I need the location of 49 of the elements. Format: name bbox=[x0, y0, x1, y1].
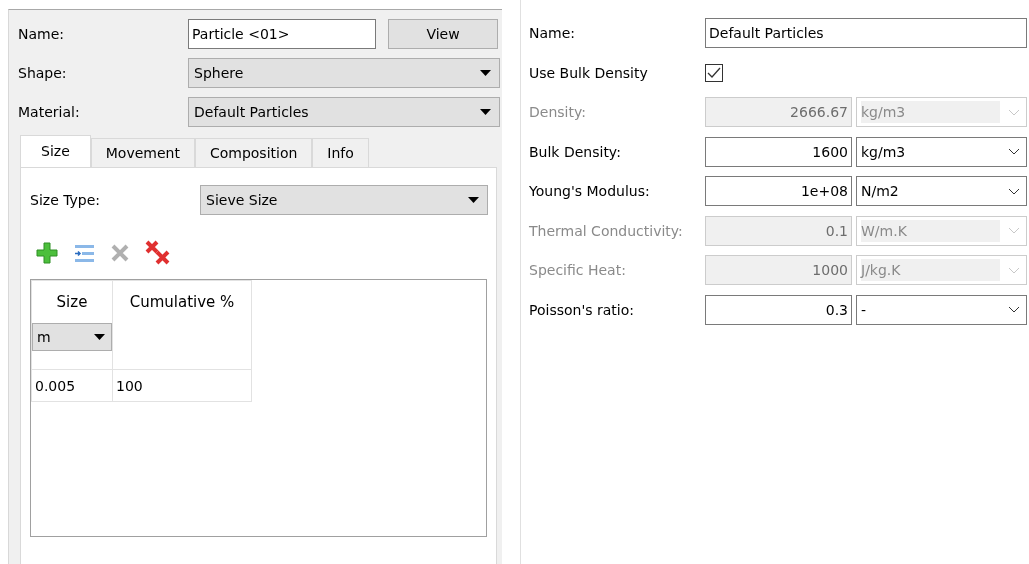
unit-dropdown[interactable]: kg/m3 bbox=[856, 136, 1027, 167]
dropdown-arrow-icon bbox=[480, 70, 491, 76]
use-bulk-density-label: Use Bulk Density bbox=[529, 64, 649, 81]
name-label: Name: bbox=[18, 26, 66, 42]
chevron-down-icon bbox=[1008, 187, 1020, 195]
value-field[interactable]: 1600 bbox=[705, 136, 852, 167]
add-icon bbox=[36, 242, 58, 264]
chevron-down-icon bbox=[1008, 148, 1020, 155]
tab[interactable]: Movement bbox=[90, 138, 195, 167]
insert-row-icon bbox=[73, 243, 95, 263]
name-field[interactable]: Default Particles bbox=[705, 18, 1027, 48]
chevron-down-icon bbox=[1008, 227, 1020, 234]
dropdown-arrow-icon bbox=[480, 109, 491, 115]
dropdown[interactable]: Default Particles bbox=[188, 97, 500, 127]
delete-icon bbox=[110, 243, 130, 263]
chevron-down-icon bbox=[1008, 108, 1020, 116]
dropdown[interactable]: Sphere bbox=[188, 58, 500, 88]
name-label: Name: bbox=[529, 25, 577, 41]
checkmark-icon bbox=[707, 66, 721, 79]
tab[interactable]: Size bbox=[20, 135, 91, 167]
property-label: Density: bbox=[529, 104, 587, 120]
material-label: Material: bbox=[18, 104, 81, 120]
property-label: Thermal Conductivity: bbox=[529, 222, 684, 239]
unit-dropdown[interactable]: m bbox=[32, 323, 112, 351]
value-field[interactable]: 0.3 bbox=[705, 294, 852, 325]
tab[interactable]: Composition bbox=[194, 138, 313, 167]
unit-dropdown[interactable]: - bbox=[856, 294, 1027, 325]
table-cell[interactable]: 0.005 bbox=[31, 369, 113, 402]
chevron-down-icon bbox=[1008, 266, 1020, 274]
table-cell[interactable]: 100 bbox=[112, 369, 252, 402]
property-label: Bulk Density: bbox=[529, 143, 622, 160]
size-type-label: Size Type: bbox=[30, 192, 102, 208]
delete-all-icon bbox=[145, 240, 171, 266]
dropdown-arrow-icon bbox=[94, 334, 105, 340]
view-button[interactable]: View bbox=[388, 19, 498, 49]
dropdown-arrow-icon bbox=[468, 197, 479, 203]
tab[interactable]: Info bbox=[312, 138, 369, 167]
name-field[interactable]: Particle <01> bbox=[188, 19, 376, 49]
unit-dropdown[interactable]: N/m2 bbox=[856, 176, 1027, 206]
column-header: Size bbox=[55, 293, 89, 311]
chevron-down-icon bbox=[1008, 306, 1020, 313]
property-label: Young's Modulus: bbox=[529, 183, 651, 199]
checkbox[interactable] bbox=[705, 63, 723, 82]
column-header: Cumulative % bbox=[128, 293, 236, 311]
value-field[interactable]: 1e+08 bbox=[705, 176, 852, 206]
property-label: Poisson's ratio: bbox=[529, 301, 635, 318]
shape-label: Shape: bbox=[18, 65, 68, 81]
property-label: Specific Heat: bbox=[529, 262, 627, 278]
dropdown[interactable]: Sieve Size bbox=[200, 185, 488, 215]
